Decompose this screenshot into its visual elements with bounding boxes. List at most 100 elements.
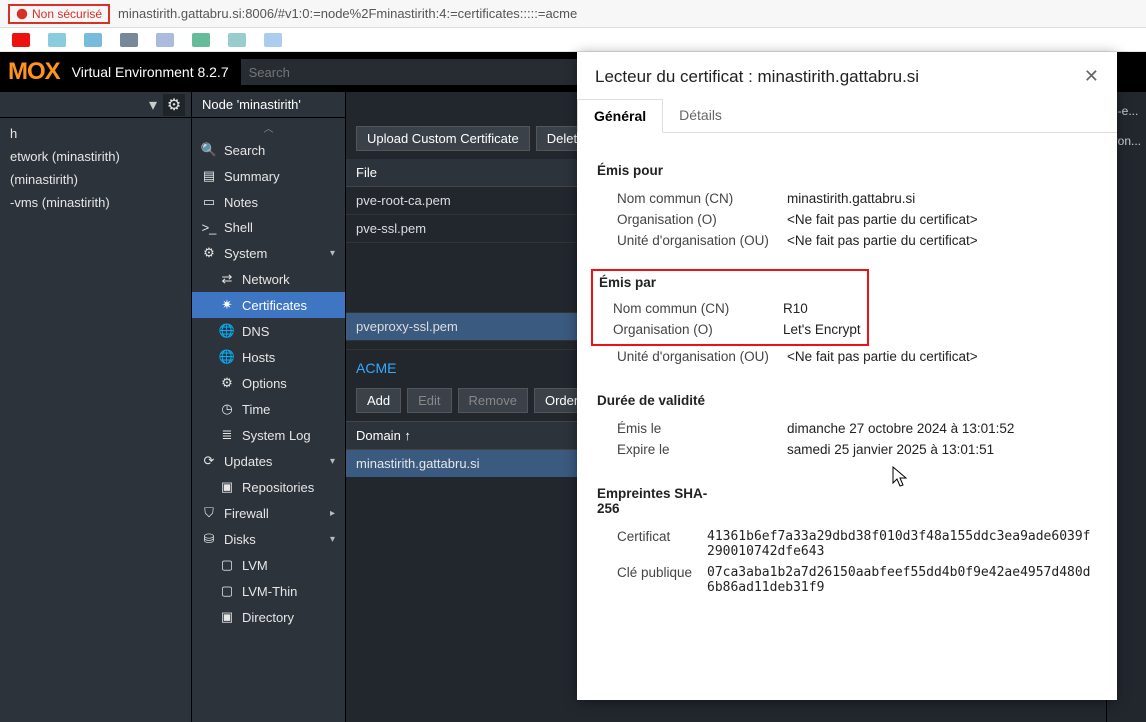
menu-syslog[interactable]: ≣System Log [192, 422, 345, 448]
certificate-icon: ✷ [220, 297, 234, 313]
square-icon: ▢ [220, 583, 234, 599]
acme-add-button[interactable]: Add [356, 388, 401, 413]
tab-details[interactable]: Détails [663, 99, 738, 132]
sha-heading: Empreintes SHA-256 [597, 486, 717, 516]
menu-network[interactable]: ⇄Network [192, 266, 345, 292]
issued-by-heading: Émis par [599, 275, 861, 290]
bookmark-icon[interactable] [12, 33, 30, 47]
acme-remove-button[interactable]: Remove [458, 388, 528, 413]
issued-by-highlight: Émis par Nom commun (CN)R10 Organisation… [591, 269, 869, 346]
issued-to-heading: Émis pour [597, 163, 1097, 178]
tree-item[interactable]: etwork (minastirith) [0, 145, 191, 168]
value-issuer-o: Let's Encrypt [783, 322, 861, 337]
network-icon: ⇄ [220, 271, 234, 287]
logo: MOX [8, 58, 60, 86]
warning-icon [16, 8, 28, 20]
globe-icon: 🌐 [220, 323, 234, 339]
label-cn: Nom commun (CN) [613, 301, 783, 316]
value-pubkey-fp: 07ca3aba1b2a7d26150aabfeef55dd4b0f9e42ae… [707, 565, 1097, 595]
menu-updates[interactable]: ⟳Updates▾ [192, 448, 345, 474]
tree-item[interactable]: (minastirith) [0, 168, 191, 191]
value-cn: minastirith.gattabru.si [787, 191, 1097, 206]
chevron-down-icon[interactable]: ▾ [149, 95, 157, 115]
bookmark-icon[interactable] [156, 33, 174, 47]
menu-repos[interactable]: ▣Repositories [192, 474, 345, 500]
menu-options[interactable]: ⚙Options [192, 370, 345, 396]
globe-icon: 🌐 [220, 349, 234, 365]
cert-viewer-title: Lecteur du certificat : minastirith.gatt… [595, 67, 1084, 87]
browser-url-bar: Non sécurisé minastirith.gattabru.si:800… [0, 0, 1146, 28]
node-title: Node 'minastirith' [192, 92, 345, 118]
label-issued: Émis le [617, 421, 787, 436]
note-icon: ▭ [202, 194, 216, 210]
bookmark-icon[interactable] [192, 33, 210, 47]
menu-firewall[interactable]: ⛉Firewall▸ [192, 500, 345, 526]
resource-tree-panel: ▾ ⚙ h etwork (minastirith) (minastirith)… [0, 92, 192, 722]
value-issuer-cn: R10 [783, 301, 861, 316]
value-o: <Ne fait pas partie du certificat> [787, 212, 1097, 227]
square-icon: ▢ [220, 557, 234, 573]
label-expires: Expire le [617, 442, 787, 457]
gear-icon: ⚙ [220, 375, 234, 391]
menu-lvm[interactable]: ▢LVM [192, 552, 345, 578]
gears-icon: ⚙ [202, 245, 216, 261]
menu-directory[interactable]: ▣Directory [192, 604, 345, 630]
folder-icon: ▣ [220, 609, 234, 625]
tree-item[interactable]: -vms (minastirith) [0, 191, 191, 214]
list-icon: ≣ [220, 427, 234, 443]
label-pubkey-fp: Clé publique [617, 565, 707, 595]
chevron-down-icon: ▾ [330, 456, 335, 467]
bookmark-icon[interactable] [48, 33, 66, 47]
menu-lvmthin[interactable]: ▢LVM-Thin [192, 578, 345, 604]
menu-certificates[interactable]: ✷Certificates [192, 292, 345, 318]
menu-search[interactable]: 🔍Search [192, 137, 345, 163]
label-o: Organisation (O) [617, 212, 787, 227]
box-icon: ▣ [220, 479, 234, 495]
search-icon: 🔍 [202, 142, 216, 158]
menu-system[interactable]: ⚙System▾ [192, 240, 345, 266]
scroll-up-icon[interactable]: ︿ [192, 118, 345, 137]
chevron-right-icon: ▸ [330, 508, 335, 519]
terminal-icon: >_ [202, 220, 216, 235]
upload-cert-button[interactable]: Upload Custom Certificate [356, 126, 530, 151]
bookmark-icon[interactable] [84, 33, 102, 47]
close-icon[interactable]: ✕ [1084, 66, 1099, 87]
validity-heading: Durée de validité [597, 393, 1097, 408]
value-expires: samedi 25 janvier 2025 à 13:01:51 [787, 442, 1097, 457]
value-cert-fp: 41361b6ef7a33a29dbd38f010d3f48a155ddc3ea… [707, 529, 1097, 559]
not-secure-badge[interactable]: Non sécurisé [8, 4, 110, 24]
chevron-down-icon: ▾ [330, 534, 335, 545]
bookmark-icon[interactable] [228, 33, 246, 47]
certificate-viewer-panel: Lecteur du certificat : minastirith.gatt… [577, 52, 1117, 700]
bookmark-icon[interactable] [120, 33, 138, 47]
bookmark-icon[interactable] [264, 33, 282, 47]
tree-item[interactable]: h [0, 122, 191, 145]
menu-shell[interactable]: >_Shell [192, 215, 345, 240]
chevron-down-icon: ▾ [330, 248, 335, 259]
clock-icon: ◷ [220, 401, 234, 417]
not-secure-label: Non sécurisé [32, 7, 102, 21]
product-label: Virtual Environment 8.2.7 [72, 64, 229, 80]
acme-edit-button[interactable]: Edit [407, 388, 451, 413]
shield-icon: ⛉ [202, 505, 216, 521]
value-issued: dimanche 27 octobre 2024 à 13:01:52 [787, 421, 1097, 436]
label-cert-fp: Certificat [617, 529, 707, 559]
refresh-icon: ⟳ [202, 453, 216, 469]
node-menu-panel: Node 'minastirith' ︿ 🔍Search ▤Summary ▭N… [192, 92, 346, 722]
label-o: Organisation (O) [613, 322, 783, 337]
menu-disks[interactable]: ⛁Disks▾ [192, 526, 345, 552]
label-ou: Unité d'organisation (OU) [617, 233, 787, 248]
menu-dns[interactable]: 🌐DNS [192, 318, 345, 344]
menu-time[interactable]: ◷Time [192, 396, 345, 422]
value-issuer-ou: <Ne fait pas partie du certificat> [787, 349, 1097, 364]
menu-notes[interactable]: ▭Notes [192, 189, 345, 215]
menu-hosts[interactable]: 🌐Hosts [192, 344, 345, 370]
value-ou: <Ne fait pas partie du certificat> [787, 233, 1097, 248]
book-icon: ▤ [202, 168, 216, 184]
menu-summary[interactable]: ▤Summary [192, 163, 345, 189]
tab-general[interactable]: Général [577, 99, 663, 133]
label-ou: Unité d'organisation (OU) [617, 349, 787, 364]
gear-icon[interactable]: ⚙ [163, 94, 185, 116]
url-text[interactable]: minastirith.gattabru.si:8006/#v1:0:=node… [118, 6, 577, 21]
label-cn: Nom commun (CN) [617, 191, 787, 206]
